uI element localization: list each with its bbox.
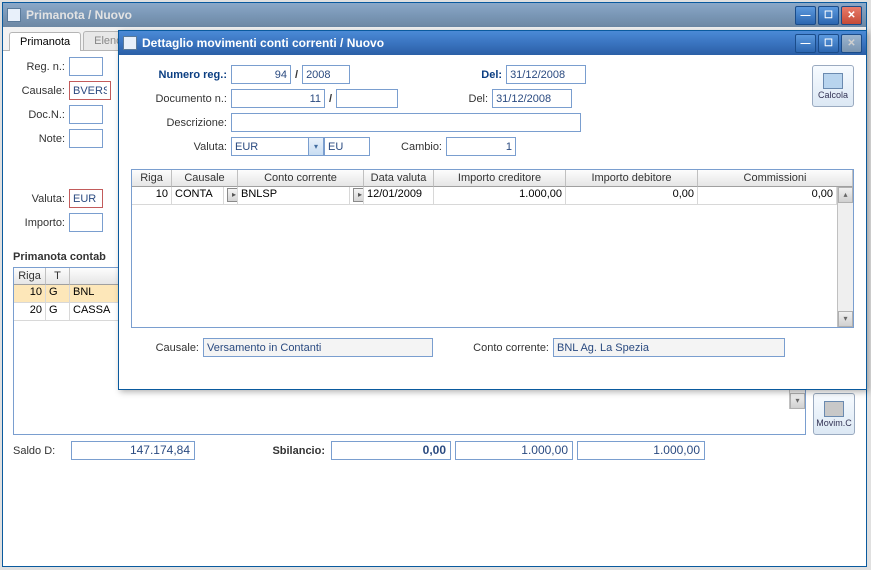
- label-reg-n: Reg. n.:: [13, 61, 69, 73]
- del2-input[interactable]: [492, 89, 572, 108]
- label-causale: Causale:: [13, 85, 69, 97]
- label-documento-n: Documento n.:: [131, 93, 231, 105]
- safe-icon: [824, 401, 844, 417]
- valuta-input[interactable]: [231, 137, 309, 156]
- label-cambio: Cambio:: [370, 141, 446, 153]
- dettaglio-window: Dettaglio movimenti conti correnti / Nuo…: [118, 30, 867, 390]
- cambio-input[interactable]: [446, 137, 516, 156]
- lookup-button[interactable]: ▸: [227, 188, 238, 202]
- label-descrizione: Descrizione:: [131, 117, 231, 129]
- importo-input[interactable]: [69, 213, 103, 232]
- primanota-titlebar[interactable]: Primanota / Nuovo — ☐ ✕: [3, 3, 866, 27]
- label-valuta: Valuta:: [13, 193, 69, 205]
- col-causale[interactable]: Causale: [172, 170, 238, 187]
- scroll-up-icon[interactable]: ▴: [838, 187, 853, 203]
- docn-input[interactable]: [69, 105, 103, 124]
- numero-reg-input[interactable]: [231, 65, 291, 84]
- documento-n-input[interactable]: [231, 89, 325, 108]
- table-row[interactable]: 10 CONTA ▸ BNLSP ▸ 12/01/2009 1.000,00 0…: [132, 187, 837, 205]
- scroll-down-icon[interactable]: ▾: [790, 393, 805, 409]
- note-input[interactable]: [69, 129, 103, 148]
- totale-dare: 1.000,00: [455, 441, 573, 460]
- label-valuta: Valuta:: [131, 141, 231, 153]
- grid-scrollbar[interactable]: ▴ ▾: [837, 187, 853, 327]
- sbilancio-value: 0,00: [331, 441, 451, 460]
- movim-cc-button[interactable]: Movim.C: [813, 393, 855, 435]
- label-docn: Doc.N.:: [13, 109, 69, 121]
- minimize-button[interactable]: —: [795, 6, 816, 25]
- col-commissioni[interactable]: Commissioni: [698, 170, 853, 187]
- dettaglio-titlebar[interactable]: Dettaglio movimenti conti correnti / Nuo…: [119, 31, 866, 55]
- calculator-icon: [823, 73, 843, 89]
- col-importo-creditore[interactable]: Importo creditore: [434, 170, 566, 187]
- conto-corrente-descr: [553, 338, 785, 357]
- label-del2: Del:: [398, 93, 492, 105]
- label-saldo-d: Saldo D:: [13, 445, 65, 457]
- anno-input[interactable]: [302, 65, 350, 84]
- label-conto-corrente-descr: Conto corrente:: [433, 342, 553, 354]
- calcola-button[interactable]: Calcola: [812, 65, 854, 107]
- tab-primanota[interactable]: Primanota: [9, 32, 81, 51]
- maximize-button[interactable]: ☐: [818, 6, 839, 25]
- label-importo: Importo:: [13, 217, 69, 229]
- del1-input[interactable]: [506, 65, 586, 84]
- label-sbilancio: Sbilancio:: [225, 445, 325, 457]
- col-data-valuta[interactable]: Data valuta: [364, 170, 434, 187]
- totale-avere: 1.000,00: [577, 441, 705, 460]
- col-t[interactable]: T: [46, 268, 70, 285]
- minimize-button[interactable]: —: [795, 34, 816, 53]
- label-numero-reg: Numero reg.:: [131, 69, 231, 81]
- reg-n-input[interactable]: [69, 57, 103, 76]
- valuta-short-input[interactable]: [324, 137, 370, 156]
- dettaglio-title: Dettaglio movimenti conti correnti / Nuo…: [142, 36, 795, 50]
- label-causale-descr: Causale:: [131, 342, 203, 354]
- valuta-input[interactable]: [69, 189, 103, 208]
- close-button-disabled: ✕: [841, 34, 862, 53]
- app-icon: [7, 8, 21, 22]
- causale-descr: [203, 338, 433, 357]
- primanota-title: Primanota / Nuovo: [26, 8, 795, 22]
- chevron-down-icon[interactable]: ▾: [309, 137, 324, 156]
- maximize-button[interactable]: ☐: [818, 34, 839, 53]
- col-riga[interactable]: Riga: [14, 268, 46, 285]
- label-del1: Del:: [350, 69, 506, 81]
- causale-input[interactable]: [69, 81, 111, 100]
- col-importo-debitore[interactable]: Importo debitore: [566, 170, 698, 187]
- saldo-d-value: 147.174,84: [71, 441, 195, 460]
- scroll-down-icon[interactable]: ▾: [838, 311, 853, 327]
- col-conto-corrente[interactable]: Conto corrente: [238, 170, 364, 187]
- dettaglio-grid: Riga Causale Conto corrente Data valuta …: [131, 169, 854, 328]
- lookup-button[interactable]: ▸: [353, 188, 364, 202]
- label-note: Note:: [13, 133, 69, 145]
- app-icon: [123, 36, 137, 50]
- col-riga[interactable]: Riga: [132, 170, 172, 187]
- descrizione-input[interactable]: [231, 113, 581, 132]
- close-button[interactable]: ✕: [841, 6, 862, 25]
- documento-ext-input[interactable]: [336, 89, 398, 108]
